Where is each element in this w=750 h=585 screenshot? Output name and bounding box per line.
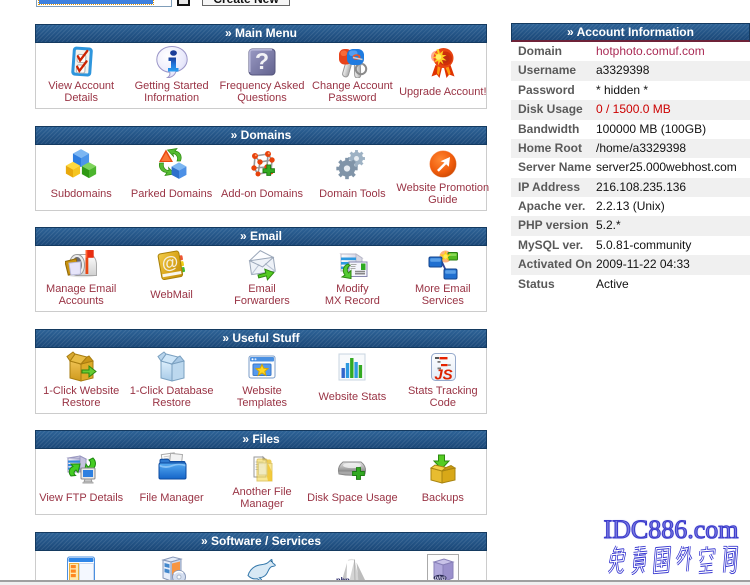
svg-text:?: ? [255, 48, 269, 74]
svg-text:@: @ [160, 252, 180, 274]
svg-text:JS: JS [434, 367, 452, 384]
